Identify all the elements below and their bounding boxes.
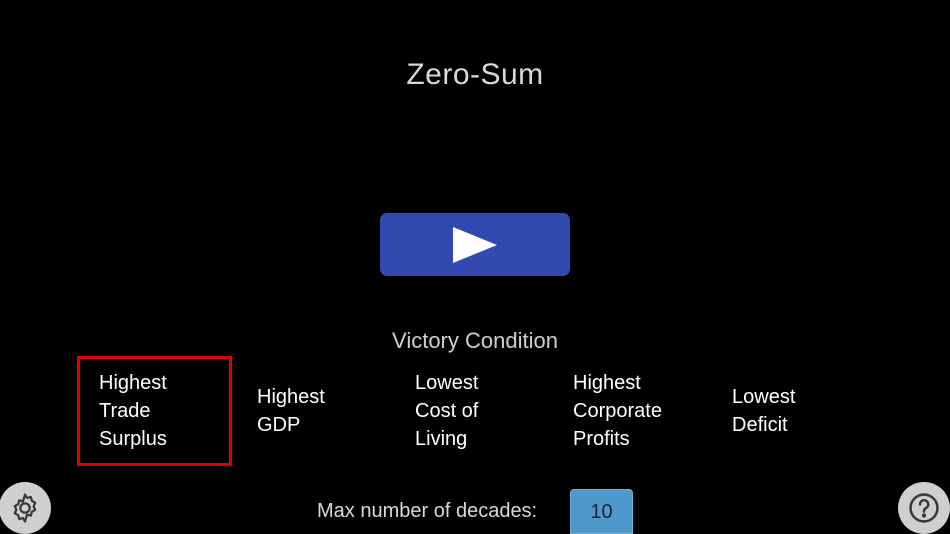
play-button[interactable] — [380, 213, 570, 276]
victory-option-label: Lowest Cost of Living — [415, 372, 479, 450]
victory-option-highest-corporate-profits[interactable]: Highest Corporate Profits — [553, 356, 708, 466]
gear-icon — [13, 493, 37, 523]
victory-option-label: Highest GDP — [257, 386, 325, 436]
victory-condition-label: Victory Condition — [392, 328, 558, 353]
settings-button[interactable] — [0, 482, 51, 534]
help-button[interactable] — [898, 482, 950, 534]
victory-option-label: Lowest Deficit — [732, 386, 796, 436]
victory-option-lowest-cost-of-living[interactable]: Lowest Cost of Living — [395, 356, 550, 466]
victory-option-highest-trade-surplus[interactable]: Highest Trade Surplus — [77, 356, 232, 466]
max-decades-input[interactable] — [570, 489, 633, 534]
question-mark-icon — [909, 493, 939, 523]
victory-option-label: Highest Corporate Profits — [573, 372, 662, 450]
victory-option-label: Highest Trade Surplus — [99, 372, 167, 450]
victory-option-highest-gdp[interactable]: Highest GDP — [237, 356, 392, 466]
game-title: Zero-Sum — [406, 58, 544, 91]
max-decades-label: Max number of decades: — [317, 500, 538, 522]
play-icon — [453, 226, 497, 263]
victory-option-lowest-deficit[interactable]: Lowest Deficit — [712, 356, 867, 466]
